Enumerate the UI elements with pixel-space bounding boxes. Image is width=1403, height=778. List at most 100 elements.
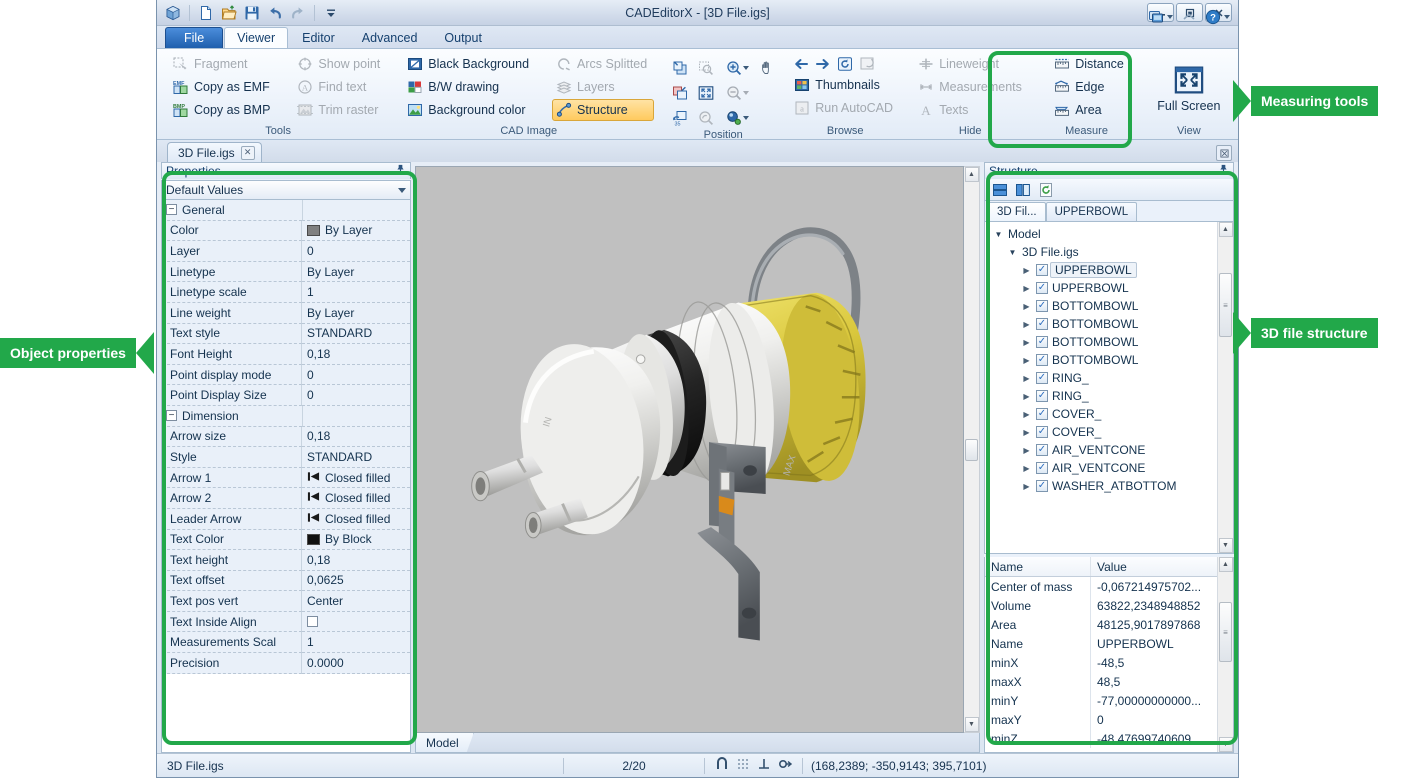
properties-selector[interactable]: Default Values [161,180,411,200]
structure-tree[interactable]: ▼ Model ▼ 3D File.igs ▶ ✓ UPPERBOWL ▶ ✓ … [984,221,1234,554]
property-value[interactable]: 1 [302,282,410,303]
scroll-up-button[interactable]: ▲ [1218,557,1233,572]
model-tab[interactable]: Model [416,733,474,752]
bw-drawing-button[interactable]: B/W drawing [403,76,536,98]
property-row-text-inside-align[interactable]: Text Inside Align [162,611,410,633]
table-row[interactable]: Volume 63822,2348948852 [985,596,1217,615]
measurements-button[interactable]: Measurements [914,76,1029,98]
scroll-thumb[interactable]: ≡ [1219,602,1232,662]
ribbon-tab-editor[interactable]: Editor [289,27,348,48]
table-row[interactable]: Name UPPERBOWL [985,634,1217,653]
lineweight-button[interactable]: Lineweight [914,53,1029,75]
checkbox-checked-icon[interactable]: ✓ [1036,372,1048,384]
split-vertical-icon[interactable] [1013,180,1033,200]
help-icon[interactable]: ? [1205,7,1230,27]
zoom-out-icon[interactable] [720,81,754,104]
chevron-down-icon[interactable]: ▼ [993,230,1004,239]
table-row[interactable]: maxY 0 [985,710,1217,729]
table-row[interactable]: minZ -48,47699740609... [985,729,1217,748]
property-row-text-height[interactable]: Text height 0,18 [162,550,410,571]
checkbox-checked-icon[interactable]: ✓ [1036,318,1048,330]
property-row-line-weight[interactable]: Line weight By Layer [162,302,410,324]
structure-tab-upperbowl[interactable]: UPPERBOWL [1045,202,1138,221]
tree-node-bottombowl-4[interactable]: ▶ ✓ BOTTOMBOWL [985,351,1217,369]
tree-node-bottombowl-2[interactable]: ▶ ✓ BOTTOMBOWL [985,315,1217,333]
table-row[interactable]: Center of mass -0,067214975702... [985,577,1217,596]
property-value[interactable]: 0 [302,364,410,386]
model-canvas[interactable]: IN MAX [415,166,964,733]
checkbox-checked-icon[interactable]: ✓ [1036,282,1048,294]
checkbox-checked-icon[interactable]: ✓ [1036,336,1048,348]
property-row-style[interactable]: Style STANDARD [162,447,410,468]
layers-button[interactable]: Layers [552,76,654,98]
full-screen-button[interactable]: Full Screen [1147,58,1231,120]
window-view-icon[interactable] [859,56,875,72]
collapse-icon[interactable]: − [166,204,177,216]
property-value[interactable]: 0.0000 [302,653,410,674]
tree-node-upperbowl-2[interactable]: ▶ ✓ UPPERBOWL [985,279,1217,297]
property-row-font-height[interactable]: Font Height 0,18 [162,344,410,365]
tree-node-cover-1[interactable]: ▶ ✓ COVER_ [985,405,1217,423]
scroll-thumb[interactable] [965,438,978,461]
copy-as-bmp-button[interactable]: BMP Copy as BMP [169,99,277,121]
structure-button[interactable]: Structure [552,99,655,121]
property-value[interactable]: STANDARD [302,447,410,468]
copy-as-emf-button[interactable]: EMF Copy as EMF [169,76,277,98]
scroll-down-button[interactable]: ▼ [964,717,979,732]
checkbox-checked-icon[interactable]: ✓ [1036,390,1048,402]
property-row-text-offset[interactable]: Text offset 0,0625 [162,570,410,592]
property-group-general[interactable]: − General [162,200,410,221]
chevron-right-icon[interactable]: ▶ [1021,284,1032,293]
new-file-icon[interactable] [196,3,216,23]
back-arrow-icon[interactable] [793,56,809,72]
property-row-arrow-1[interactable]: Arrow 1 Closed filled [162,467,410,489]
document-tab-3d-file[interactable]: 3D File.igs ✕ [167,142,262,162]
display-options-icon[interactable] [1148,7,1173,27]
distance-button[interactable]: Distance [1050,53,1131,75]
chevron-right-icon[interactable]: ▶ [1021,320,1032,329]
refresh-structure-icon[interactable] [1036,180,1056,200]
scroll-down-button[interactable]: ▼ [1218,737,1233,752]
tree-node-cover-2[interactable]: ▶ ✓ COVER_ [985,423,1217,441]
table-row[interactable]: minY -77,00000000000... [985,691,1217,710]
checkbox-checked-icon[interactable]: ✓ [1036,264,1048,276]
tree-vertical-scrollbar[interactable]: ▲ ≡ ▼ [1217,222,1233,553]
chevron-right-icon[interactable]: ▶ [1021,266,1032,275]
chevron-right-icon[interactable]: ▶ [1021,464,1032,473]
zoom-dynamic-icon[interactable] [720,106,754,129]
property-row-measurements-scale[interactable]: Measurements Scal 1 [162,632,410,654]
table-row[interactable]: Area 48125,9017897868 [985,615,1217,634]
zoom-previous-icon[interactable] [694,106,718,129]
pan-region-icon[interactable] [668,56,692,79]
checkbox-checked-icon[interactable]: ✓ [1036,408,1048,420]
property-value-cell[interactable]: By Block [302,529,410,551]
tree-node-ring-1[interactable]: ▶ ✓ RING_ [985,369,1217,387]
checkbox-checked-icon[interactable]: ✓ [1036,444,1048,456]
property-row-point-display-size[interactable]: Point Display Size 0 [162,385,410,406]
refresh-view-icon[interactable] [837,56,853,72]
property-row-arrow-2[interactable]: Arrow 2 Closed filled [162,488,410,509]
osnap-icon[interactable] [778,757,793,774]
tree-node-upperbowl-1[interactable]: ▶ ✓ UPPERBOWL [985,261,1217,279]
ribbon-tab-file[interactable]: File [165,27,224,48]
property-row-linetype[interactable]: Linetype By Layer [162,261,410,283]
minimize-ribbon-icon[interactable] [1179,7,1199,27]
tree-node-washer-atbottom[interactable]: ▶ ✓ WASHER_ATBOTTOM [985,477,1217,495]
scroll-up-button[interactable]: ▲ [964,167,979,182]
tree-node-3d-file[interactable]: ▼ 3D File.igs [985,243,1217,261]
copy-view-icon[interactable] [668,81,692,104]
chevron-right-icon[interactable]: ▶ [1021,428,1032,437]
tree-node-air-ventcone-2[interactable]: ▶ ✓ AIR_VENTCONE [985,459,1217,477]
property-value-cell[interactable]: By Layer [302,220,410,242]
customize-qat-icon[interactable] [321,3,341,23]
property-row-text-pos-vert[interactable]: Text pos vert Center [162,591,410,612]
rotate-35-icon[interactable]: 35 [668,106,692,129]
property-row-precision[interactable]: Precision 0.0000 [162,653,410,674]
scroll-up-button[interactable]: ▲ [1218,222,1233,237]
property-value[interactable]: 0,18 [302,344,410,365]
chevron-right-icon[interactable]: ▶ [1021,446,1032,455]
property-value[interactable]: 0 [302,385,410,406]
property-value-cell[interactable]: Closed filled [302,467,410,489]
property-value[interactable]: 1 [302,632,410,654]
ribbon-tab-output[interactable]: Output [431,27,495,48]
